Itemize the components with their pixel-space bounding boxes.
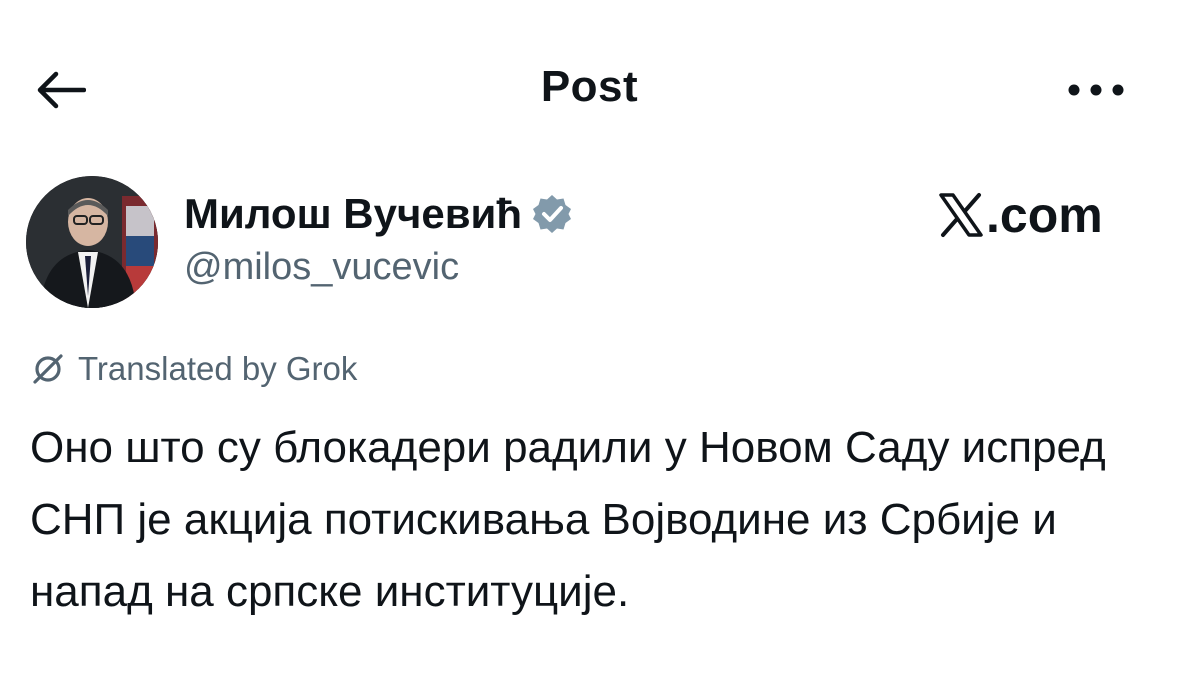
post-text: Оно што су блокадери радили у Новом Саду… [30,423,1106,616]
author-name-row[interactable]: Милош Вучевић [184,190,574,238]
ellipsis-icon [1068,84,1124,96]
avatar[interactable] [26,176,158,308]
site-label-text: .com [986,187,1103,243]
x-logo-icon [939,193,983,237]
more-options-button[interactable] [1060,66,1132,114]
author-handle[interactable]: @milos_vucevic [184,246,459,289]
translation-label: Translated by Grok [78,350,358,387]
site-label: .com [938,186,1103,244]
avatar-photo [26,176,158,308]
author-name[interactable]: Милош Вучевић [184,190,522,238]
translation-notice[interactable]: Translated by Grok [30,350,357,388]
post-header: Post [0,0,1179,180]
page-title: Post [540,62,639,111]
grok-icon [33,354,63,384]
verified-badge-icon [533,195,571,233]
